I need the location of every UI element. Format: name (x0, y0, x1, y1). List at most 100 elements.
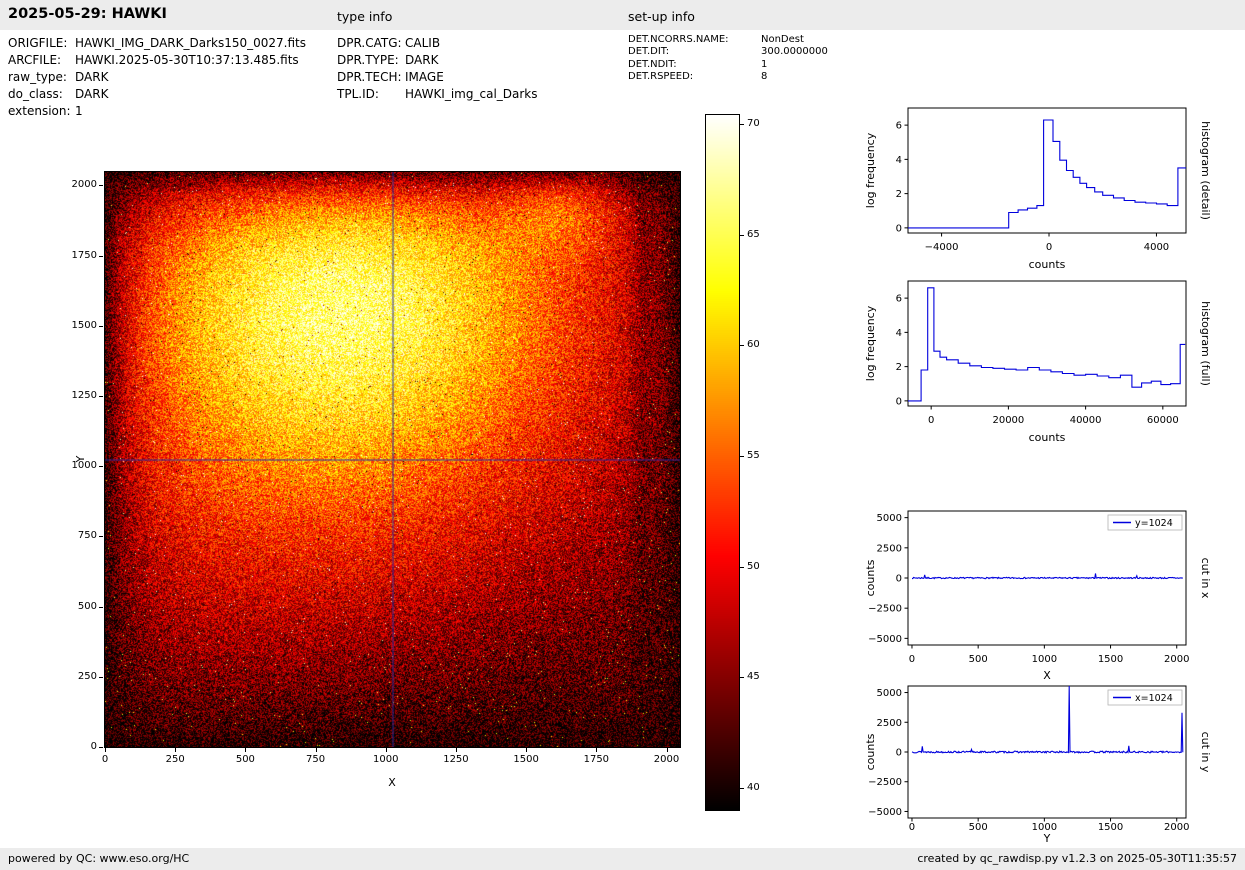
main-y-tick-mark (99, 325, 103, 327)
right-axis-label: cut in y (1199, 732, 1212, 773)
plot-frame (907, 280, 1187, 407)
histogram-full-plot: 0 20000 40000 60000 0 2 4 6 counts log frequency h… (864, 280, 1212, 444)
info-label: DPR.TECH: (337, 70, 402, 84)
y-tick-label: 6 (896, 294, 902, 305)
y-tick-label: 6 (896, 121, 902, 132)
setup-info-section-label: set-up info (628, 9, 695, 24)
info-label: DET.RSPEED: (628, 70, 694, 82)
colorbar-tick-label: 50 (747, 560, 760, 572)
main-x-tick-mark (315, 748, 317, 752)
main-y-tick-label: 750 (77, 530, 97, 542)
y-tick-label: 0 (896, 396, 902, 407)
main-x-tick-label: 0 (101, 754, 109, 765)
x-tick-label: 2000 (1164, 654, 1189, 665)
main-x-tick-mark (455, 748, 457, 752)
colorbar-tick-mark (740, 455, 744, 457)
main-x-tick-label: 750 (306, 754, 326, 765)
page-title: 2025-05-29: HAWKI (8, 6, 167, 22)
info-label: TPL.ID: (337, 87, 379, 101)
legend-label: y=1024 (1135, 518, 1173, 529)
main-x-tick-mark (385, 748, 387, 752)
main-y-tick-label: 500 (77, 600, 97, 612)
x-tick-label: 1000 (1032, 654, 1057, 665)
info-row: DET.RSPEED: 8 (628, 71, 828, 83)
x-tick-label: 20000 (992, 415, 1024, 426)
cut-y-plot: 0 500 1000 1500 2000−5000−2500025005000Ycoun… (864, 685, 1212, 845)
info-value: 1 (761, 58, 768, 70)
info-value: HAWKI_IMG_DARK_Darks150_0027.fits (75, 36, 306, 50)
x-tick-label: 0 (1046, 242, 1052, 253)
y-tick-label: 2500 (877, 718, 902, 729)
main-y-tick-mark (99, 466, 103, 468)
header-bar: 2025-05-29: HAWKI type info set-up info (0, 0, 1245, 30)
info-label: ARCFILE: (8, 53, 62, 67)
colorbar-tick-label: 55 (747, 449, 760, 461)
y-tick-label: 0 (896, 223, 902, 234)
colorbar-tick-mark (740, 345, 744, 347)
footer-left-text: powered by QC: www.eso.org/HC (8, 852, 190, 865)
colorbar-tick-label: 60 (747, 339, 760, 351)
x-tick-label: 1500 (1098, 822, 1123, 833)
info-row: DPR.TYPE: DARK (337, 52, 538, 69)
main-y-tick-label: 0 (90, 741, 97, 752)
main-x-tick-label: 1750 (583, 754, 610, 765)
info-label: extension: (8, 104, 71, 118)
info-row: DET.DIT: 300.0000000 (628, 46, 828, 58)
info-value: DARK (75, 70, 109, 84)
x-tick-label: 40000 (1070, 415, 1102, 426)
info-row: ARCFILE: HAWKI.2025-05-30T10:37:13.485.fi… (8, 52, 306, 69)
info-row: DPR.TECH: IMAGE (337, 69, 538, 86)
main-x-tick-label: 2000 (653, 754, 680, 765)
main-x-tick-mark (175, 748, 177, 752)
info-row: DPR.CATG: CALIB (337, 35, 538, 52)
cut-x-plot: 0 500 1000 1500 2000−5000−2500025005000Xcoun… (864, 510, 1212, 682)
main-y-tick-label: 2000 (71, 179, 97, 191)
y-axis-label: log frequency (864, 305, 877, 381)
main-x-tick-mark (596, 748, 598, 752)
colorbar-tick-mark (740, 566, 744, 568)
colorbar-frame (705, 114, 740, 811)
y-tick-label: −5000 (868, 634, 902, 645)
info-label: do_class: (8, 87, 63, 101)
info-row: raw_type: DARK (8, 69, 306, 86)
colorbar-tick-label: 65 (747, 228, 760, 240)
legend-label: x=1024 (1135, 693, 1173, 704)
x-tick-label: 500 (969, 654, 988, 665)
main-y-tick-mark (99, 747, 103, 748)
detector-image-canvas (105, 172, 680, 747)
colorbar-canvas (706, 115, 739, 810)
main-y-tick-label: 1000 (71, 460, 97, 472)
colorbar-tick-label: 70 (747, 117, 760, 129)
file-info-column: ORIGFILE: HAWKI_IMG_DARK_Darks150_0027.fi… (8, 35, 306, 120)
y-tick-label: −2500 (868, 604, 902, 615)
y-tick-label: −2500 (868, 777, 902, 788)
footer-right-text: created by qc_rawdisp.py v1.2.3 on 2025-… (917, 852, 1237, 865)
y-tick-label: 0 (896, 748, 902, 759)
x-tick-label: 0 (909, 654, 915, 665)
y-tick-label: 2 (896, 189, 902, 200)
y-axis-label: log frequency (864, 132, 877, 208)
main-x-tick-label: 1250 (443, 754, 469, 765)
main-x-tick-label: 250 (165, 754, 185, 765)
x-tick-label: 0 (909, 822, 915, 833)
colorbar-tick-label: 40 (747, 781, 760, 793)
info-value: NonDest (761, 34, 804, 45)
info-value: HAWKI_img_cal_Darks (405, 87, 538, 101)
main-y-tick-label: 1250 (71, 390, 97, 402)
y-tick-label: 5000 (877, 688, 902, 699)
setup-info-column: DET.NCORRS.NAME: NonDest DET.DIT: 300.0000… (628, 34, 828, 83)
info-label: DET.NDIT: (628, 58, 677, 70)
qc-report-page: 2025-05-29: HAWKI type info set-up info … (0, 0, 1245, 870)
y-tick-label: 2 (896, 362, 902, 373)
right-axis-label: cut in x (1199, 558, 1212, 599)
y-tick-label: 5000 (877, 513, 902, 524)
plot-frame (907, 107, 1187, 234)
histogram-full-series (908, 287, 1186, 402)
info-label: DPR.CATG: (337, 36, 402, 50)
info-label: DET.NCORRS.NAME: (628, 34, 729, 45)
y-axis-label: counts (864, 733, 877, 770)
info-row: DET.NCORRS.NAME: NonDest (628, 34, 828, 46)
info-value: HAWKI.2025-05-30T10:37:13.485.fits (75, 53, 299, 67)
x-axis-label: Y (1043, 832, 1051, 845)
info-value: CALIB (405, 36, 441, 50)
